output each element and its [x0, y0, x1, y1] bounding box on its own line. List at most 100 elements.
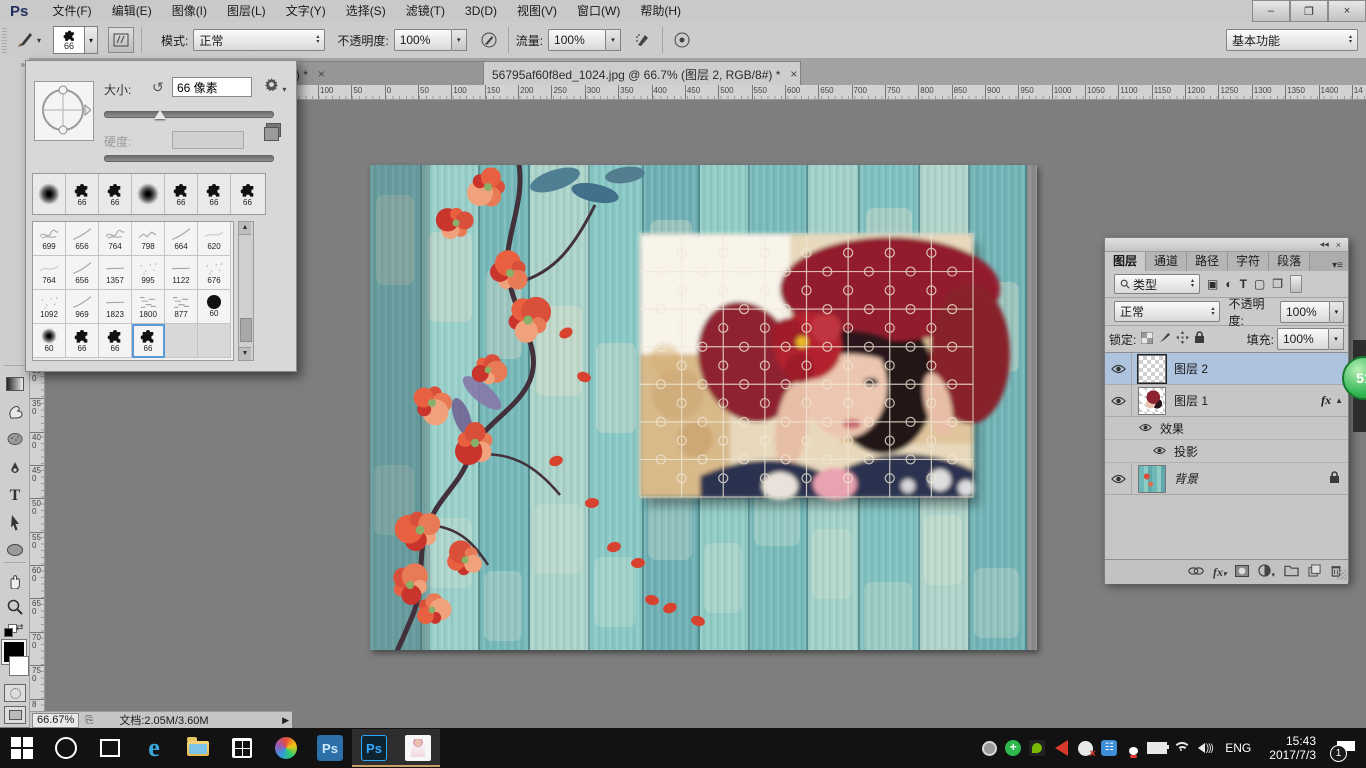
- menu-item-1[interactable]: 文件(F): [42, 0, 101, 22]
- panel-menu-icon[interactable]: ▾≡: [1332, 260, 1343, 271]
- menu-item-8[interactable]: 3D(D): [455, 0, 507, 22]
- panel-tab-路径[interactable]: 路径: [1187, 252, 1228, 271]
- tray-media-player-icon[interactable]: [1049, 728, 1073, 768]
- fill-caret[interactable]: ▾: [1329, 328, 1344, 350]
- size-slider-thumb[interactable]: [154, 110, 166, 119]
- ellipse-tool[interactable]: [3, 538, 27, 562]
- document-canvas[interactable]: [370, 165, 1037, 650]
- airbrush-button[interactable]: [631, 28, 655, 52]
- brush-preset-969[interactable]: 969: [66, 290, 99, 324]
- link-layers-icon[interactable]: [1188, 565, 1204, 579]
- zoom-tool[interactable]: [3, 595, 27, 619]
- recent-brush-1[interactable]: [33, 174, 66, 214]
- brush-preset-1122[interactable]: 1122: [165, 256, 198, 290]
- tab-close-icon[interactable]: ×: [790, 67, 797, 81]
- layer-fx-badge[interactable]: fx: [1321, 393, 1331, 408]
- flow-select[interactable]: 100%: [548, 29, 606, 51]
- toggle-brush-panel-button[interactable]: [108, 27, 134, 53]
- brush-preset-66[interactable]: 66: [99, 324, 132, 358]
- recent-brush-4[interactable]: [132, 174, 165, 214]
- visibility-eye-icon[interactable]: [1105, 463, 1132, 494]
- brush-picker-caret[interactable]: ▾: [85, 26, 98, 54]
- layer-thumbnail[interactable]: [1138, 355, 1166, 383]
- brush-preset-877[interactable]: 877: [165, 290, 198, 324]
- panel-tab-段落[interactable]: 段落: [1269, 252, 1310, 271]
- brush-preset-699[interactable]: 699: [33, 222, 66, 256]
- brush-preset-1800[interactable]: 1800: [132, 290, 165, 324]
- close-button[interactable]: ×: [1328, 0, 1366, 22]
- menu-item-6[interactable]: 选择(S): [336, 0, 396, 22]
- layer-row-layer1[interactable]: 图层 1 fx ▲: [1105, 385, 1348, 417]
- brush-size-input[interactable]: [172, 77, 252, 97]
- tray-nvidia-icon[interactable]: [1025, 728, 1049, 768]
- fx-collapse-icon[interactable]: ▲: [1335, 396, 1343, 405]
- opacity-caret[interactable]: ▾: [452, 29, 467, 51]
- effects-row[interactable]: 效果: [1105, 417, 1348, 440]
- layer-row-background[interactable]: 背景: [1105, 463, 1348, 495]
- blend-mode-select[interactable]: 正常 ▴▾: [193, 29, 325, 51]
- tray-battery-icon[interactable]: [1145, 728, 1169, 768]
- brush-angle-control[interactable]: [34, 81, 94, 141]
- layer-style-icon[interactable]: fx▾: [1213, 565, 1227, 580]
- filter-toggle-switch[interactable]: [1290, 275, 1302, 293]
- close-panel-icon[interactable]: ×: [1336, 240, 1341, 250]
- new-group-icon[interactable]: [1284, 565, 1299, 580]
- restore-button[interactable]: ❐: [1290, 0, 1328, 22]
- tray-blue-app-icon[interactable]: ☷: [1097, 728, 1121, 768]
- taskbar-edge[interactable]: e: [132, 729, 176, 767]
- layer-opacity-select[interactable]: 100%: [1280, 301, 1330, 323]
- brush-preset-60[interactable]: 60: [198, 290, 231, 324]
- minimize-button[interactable]: –: [1252, 0, 1290, 22]
- panel-resize-grip[interactable]: [1337, 570, 1347, 580]
- taskbar-photoshop-2[interactable]: Ps: [352, 729, 396, 767]
- layer-name[interactable]: 图层 2: [1174, 360, 1208, 377]
- dodge-tool[interactable]: [3, 427, 27, 451]
- visibility-eye-icon[interactable]: [1105, 385, 1132, 416]
- layer-name[interactable]: 背景: [1174, 470, 1198, 487]
- taskbar-cortana[interactable]: [44, 729, 88, 767]
- filter-pixel-layers-icon[interactable]: ▣: [1207, 277, 1218, 291]
- brush-preset-620[interactable]: 620: [198, 222, 231, 256]
- tray-antivirus-icon[interactable]: +: [1001, 728, 1025, 768]
- zoom-level-field[interactable]: 66.67%: [32, 713, 79, 728]
- brush-preset-66[interactable]: 66: [132, 324, 165, 358]
- menu-item-10[interactable]: 窗口(W): [567, 0, 630, 22]
- filter-type-select[interactable]: 类型 ▴▾: [1114, 274, 1200, 294]
- tray-tray-overflow-icon[interactable]: [977, 728, 1001, 768]
- brush-preset-664[interactable]: 664: [165, 222, 198, 256]
- collapse-panel-icon[interactable]: ◂◂: [1320, 239, 1329, 250]
- path-select-tool[interactable]: [3, 511, 27, 535]
- panel-tab-通道[interactable]: 通道: [1146, 252, 1187, 271]
- filter-shape-layers-icon[interactable]: ▢: [1254, 277, 1265, 291]
- brush-preset-picker[interactable]: 66 ▾: [53, 26, 98, 54]
- tray-volume-icon[interactable]: ))): [1193, 728, 1217, 768]
- layer-opacity-caret[interactable]: ▾: [1330, 301, 1344, 323]
- clock[interactable]: 15:43 2017/7/3: [1259, 734, 1326, 762]
- pressure-opacity-button[interactable]: [477, 28, 501, 52]
- workspace-select[interactable]: 基本功能 ▴▾: [1226, 29, 1358, 51]
- default-colors-control[interactable]: ⇄: [2, 622, 28, 638]
- flow-caret[interactable]: ▾: [606, 29, 621, 51]
- brush-preset-764[interactable]: 764: [33, 256, 66, 290]
- taskbar-photoshop-1[interactable]: Ps: [308, 729, 352, 767]
- type-tool[interactable]: T: [3, 484, 27, 508]
- visibility-eye-icon[interactable]: [1139, 421, 1152, 435]
- taskbar-store[interactable]: [220, 729, 264, 767]
- document-tab-2[interactable]: 56795af60f8ed_1024.jpg @ 66.7% (图层 2, RG…: [483, 61, 801, 86]
- taskbar-task-view[interactable]: [88, 729, 132, 767]
- fill-select[interactable]: 100%: [1277, 328, 1329, 350]
- lock-position-icon[interactable]: [1176, 331, 1189, 347]
- menu-item-7[interactable]: 滤镜(T): [396, 0, 455, 22]
- taskbar-image-viewer[interactable]: [396, 729, 440, 767]
- screen-mode-button[interactable]: [4, 706, 26, 724]
- brush-preset-66[interactable]: 66: [66, 324, 99, 358]
- menu-item-2[interactable]: 编辑(E): [102, 0, 162, 22]
- scroll-up-icon[interactable]: ▲: [239, 222, 251, 235]
- visibility-eye-icon[interactable]: [1105, 353, 1132, 384]
- new-layer-icon[interactable]: [1308, 564, 1321, 580]
- brush-preset-995[interactable]: 995: [132, 256, 165, 290]
- notification-center-button[interactable]: 1: [1326, 728, 1366, 768]
- tray-wifi-icon[interactable]: [1169, 728, 1193, 768]
- opacity-select[interactable]: 100%: [394, 29, 452, 51]
- effects-label[interactable]: 效果: [1160, 420, 1184, 437]
